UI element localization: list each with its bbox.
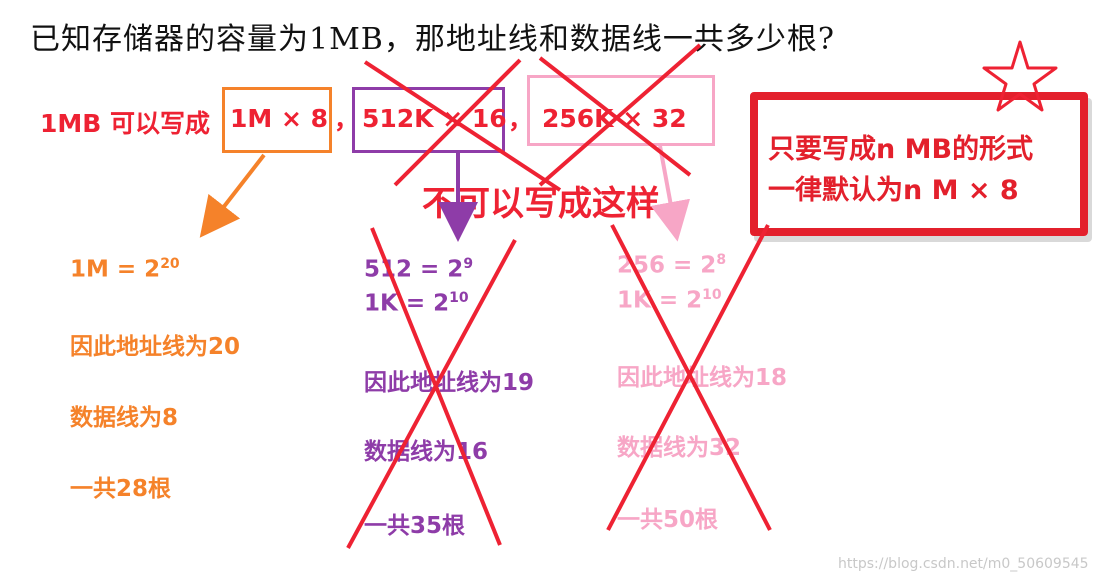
cross-col3-b [606,224,770,531]
cross-col2-b [346,239,517,549]
annotation-overlay [199,40,1058,549]
cross-512k-a [363,60,562,192]
star-icon [982,40,1058,112]
orange-arrow [199,153,266,238]
cross-col3-a [610,224,772,531]
